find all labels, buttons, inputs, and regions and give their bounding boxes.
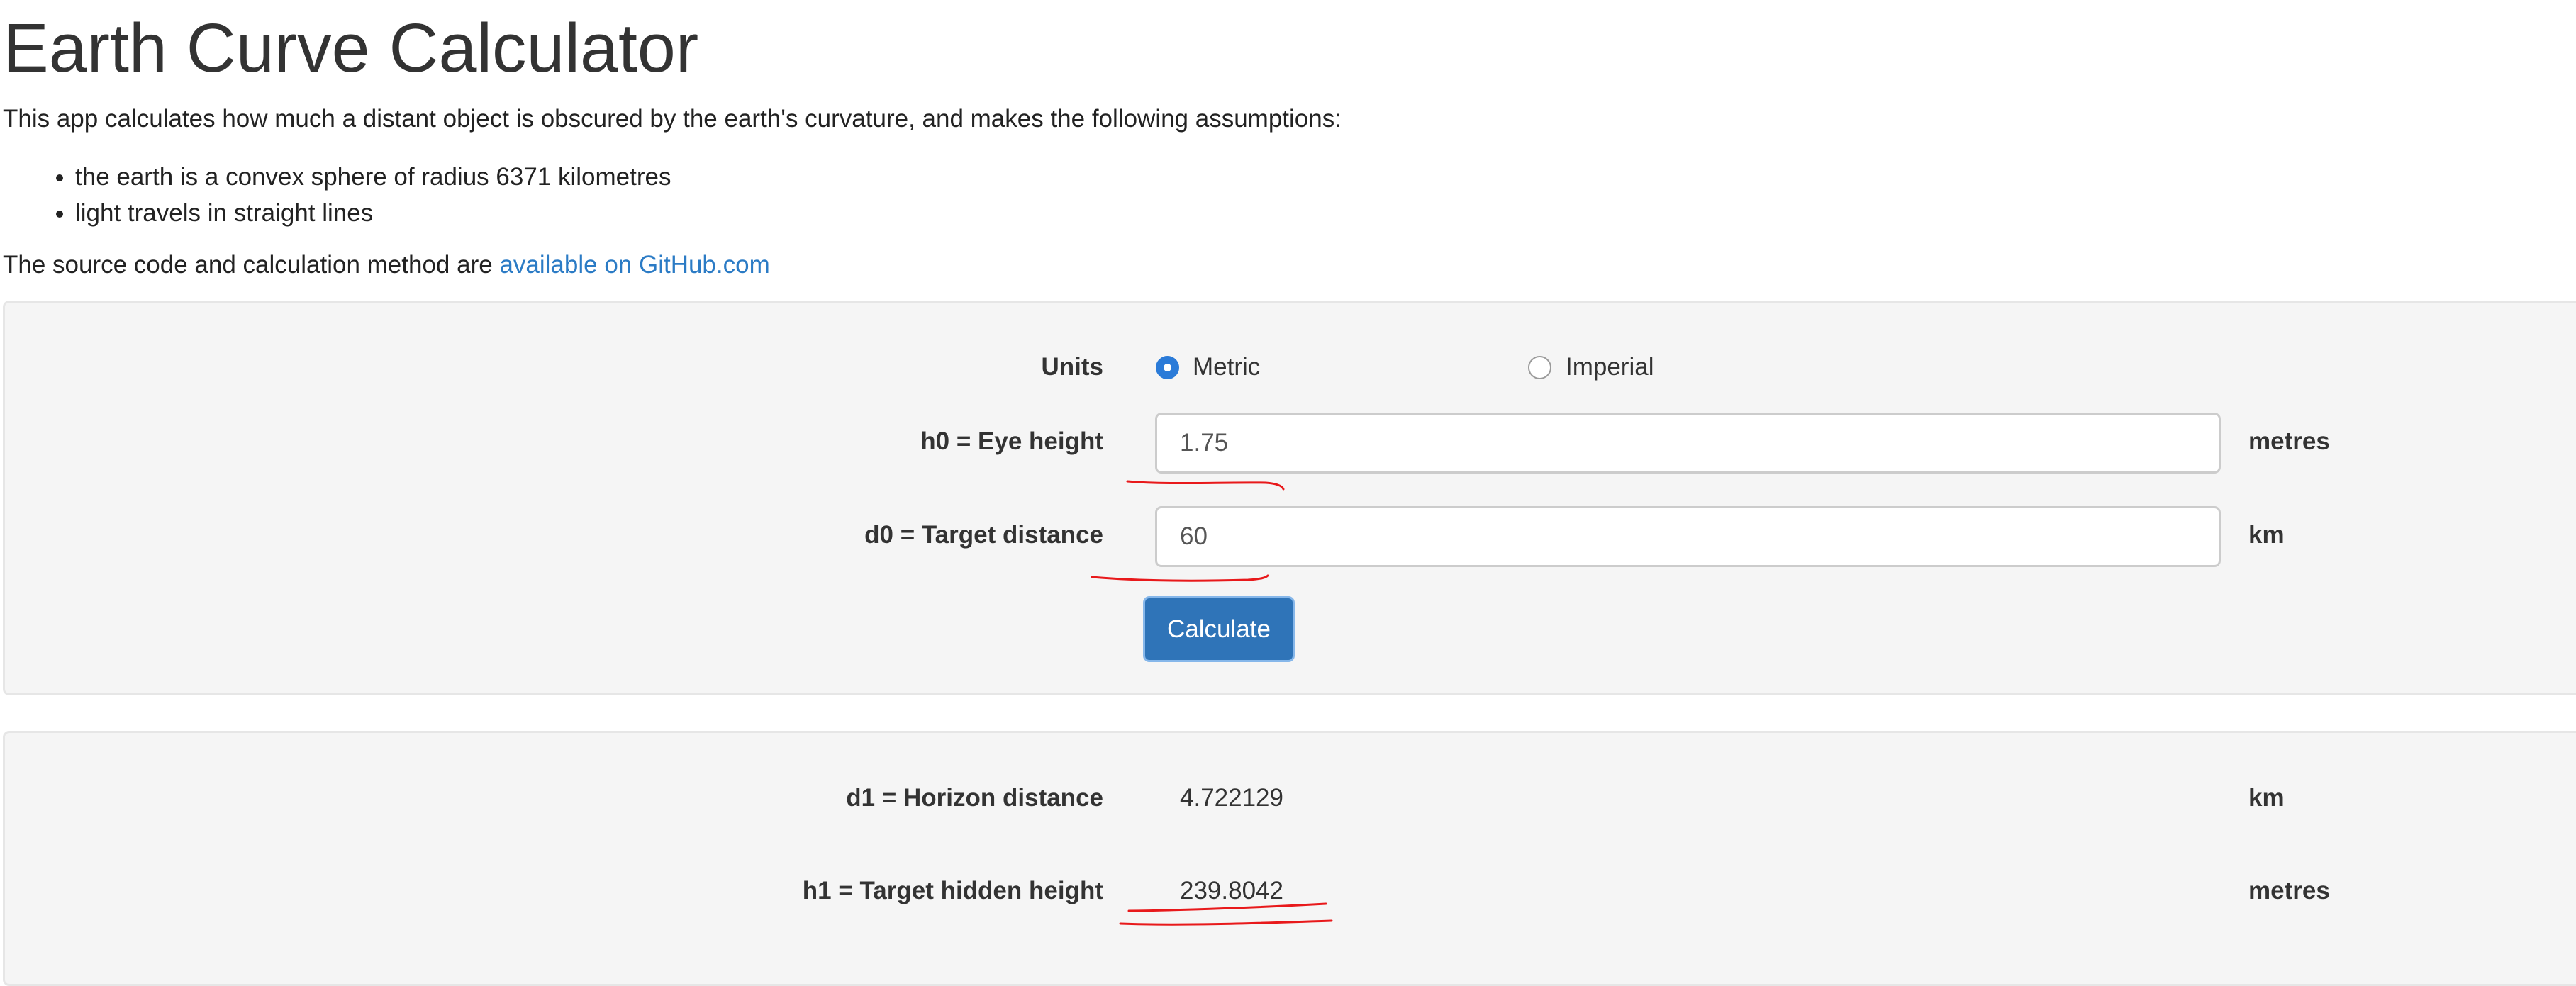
- metric-radio[interactable]: [1156, 356, 1179, 379]
- hidden-height-label: h1 = Target hidden height: [802, 877, 1103, 904]
- eye-height-unit: metres: [2248, 427, 2330, 455]
- assumption-radius: the earth is a convex sphere of radius 6…: [75, 159, 671, 195]
- units-label: Units: [1041, 353, 1104, 381]
- target-distance-input[interactable]: [1155, 506, 2221, 567]
- eye-height-input[interactable]: [1155, 413, 2221, 474]
- imperial-radio[interactable]: [1528, 356, 1551, 379]
- assumption-light: light travels in straight lines: [75, 195, 671, 231]
- horizon-distance-label: d1 = Horizon distance: [846, 784, 1103, 812]
- horizon-distance-value: 4.722129: [1180, 784, 1283, 812]
- target-distance-unit: km: [2248, 521, 2285, 549]
- assumptions-list: the earth is a convex sphere of radius 6…: [41, 159, 671, 231]
- imperial-label[interactable]: Imperial: [1566, 353, 1654, 381]
- results-panel: [3, 731, 2576, 986]
- calculate-button[interactable]: Calculate: [1143, 596, 1295, 662]
- hidden-height-value: 239.8042: [1180, 877, 1283, 904]
- eye-height-label: h0 = Eye height: [920, 427, 1103, 455]
- horizon-distance-unit: km: [2248, 784, 2285, 812]
- intro-text: This app calculates how much a distant o…: [3, 105, 1342, 133]
- metric-label[interactable]: Metric: [1193, 353, 1260, 381]
- github-link[interactable]: available on GitHub.com: [499, 251, 769, 279]
- source-prefix: The source code and calculation method a…: [3, 251, 500, 279]
- page-title: Earth Curve Calculator: [3, 9, 699, 86]
- hidden-height-unit: metres: [2248, 877, 2330, 904]
- source-text: The source code and calculation method a…: [3, 251, 770, 279]
- target-distance-label: d0 = Target distance: [864, 521, 1103, 549]
